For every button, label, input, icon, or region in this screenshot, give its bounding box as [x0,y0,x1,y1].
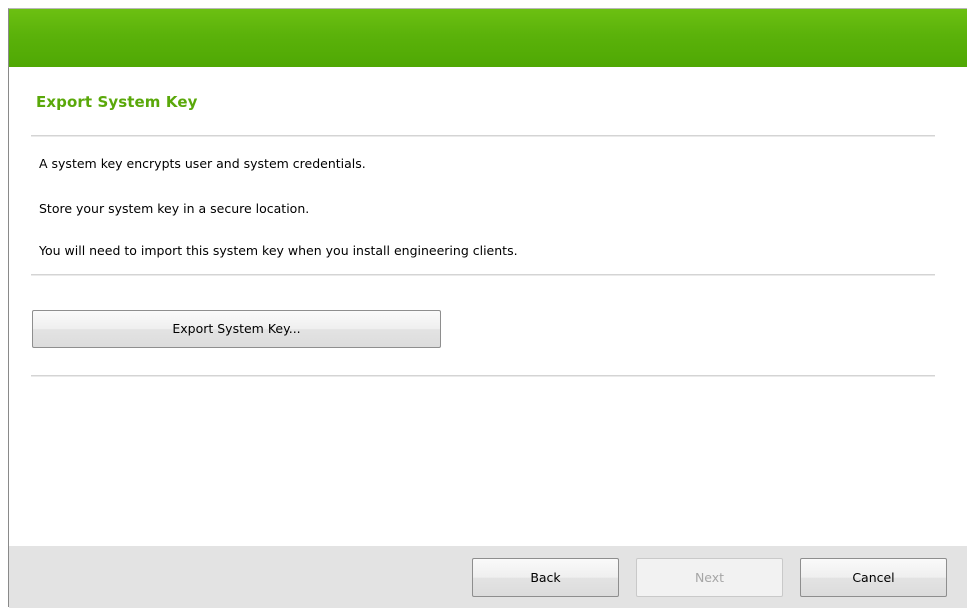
header-banner [9,9,967,67]
separator-top [31,135,935,137]
separator-bottom [31,375,935,377]
next-button[interactable]: Next [636,558,783,597]
page-title: Export System Key [36,93,198,111]
description-line-3: You will need to import this system key … [39,243,518,258]
back-button[interactable]: Back [472,558,619,597]
description-line-2: Store your system key in a secure locati… [39,201,310,216]
description-line-1: A system key encrypts user and system cr… [39,156,366,171]
wizard-window: Export System Key A system key encrypts … [8,8,967,608]
cancel-button[interactable]: Cancel [800,558,947,597]
footer-bar: Back Next Cancel [9,546,967,608]
separator-middle [31,274,935,276]
export-system-key-button[interactable]: Export System Key... [32,310,441,348]
